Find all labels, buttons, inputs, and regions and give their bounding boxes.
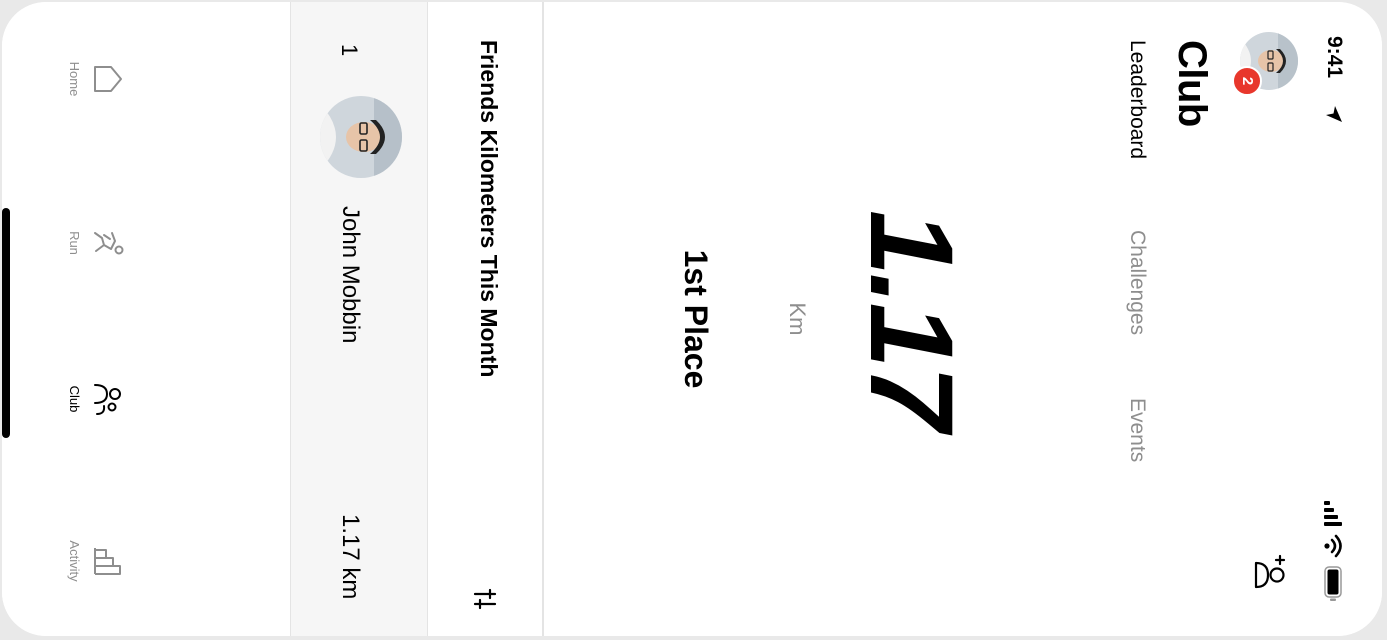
divider	[427, 2, 428, 636]
nav-item-run[interactable]: Run	[67, 198, 126, 288]
leaderboard-title: Friends Kilometers This Month	[476, 40, 502, 378]
distance-unit: Km	[785, 302, 810, 336]
tab-events[interactable]: Events	[1125, 398, 1149, 462]
nav-item-activity[interactable]: Activity	[67, 516, 126, 606]
row-rank: 1	[337, 44, 362, 57]
nav-item-home[interactable]: Home	[67, 34, 126, 124]
club-icon	[94, 384, 121, 415]
nav-label: Activity	[67, 540, 82, 582]
divider	[290, 2, 291, 636]
device-screen: 9:41 2 Club Leaderboard Challenges Event…	[2, 2, 1382, 636]
user-avatar	[320, 96, 402, 178]
home-icon	[94, 66, 122, 92]
divider	[542, 2, 544, 636]
battery-icon	[1324, 566, 1342, 601]
app-screen: 9:41 2 Club Leaderboard Challenges Event…	[2, 2, 1382, 636]
place-label: 1st Place	[678, 249, 714, 389]
run-icon	[94, 232, 124, 255]
add-friend-icon[interactable]	[1252, 554, 1290, 592]
nav-label: Run	[67, 231, 82, 255]
wifi-icon	[1324, 534, 1342, 558]
nav-label: Club	[67, 385, 82, 413]
activity-icon	[94, 548, 121, 575]
page-title: Club	[1170, 40, 1214, 127]
home-indicator	[2, 208, 10, 438]
row-name: John Mobbin	[337, 206, 364, 344]
filter-icon[interactable]	[472, 586, 498, 612]
location-arrow-icon	[1326, 106, 1342, 122]
distance-value: 1.17	[845, 210, 977, 428]
cellular-signal-icon	[1324, 501, 1342, 526]
tab-challenges[interactable]: Challenges	[1125, 230, 1149, 335]
tab-leaderboard[interactable]: Leaderboard	[1125, 40, 1149, 159]
notification-badge: 2	[1232, 66, 1262, 96]
status-time: 9:41	[1323, 36, 1346, 79]
nav-label: Home	[67, 61, 82, 97]
nav-item-club[interactable]: Club	[67, 354, 126, 444]
row-distance: 1.17 km	[337, 514, 364, 600]
